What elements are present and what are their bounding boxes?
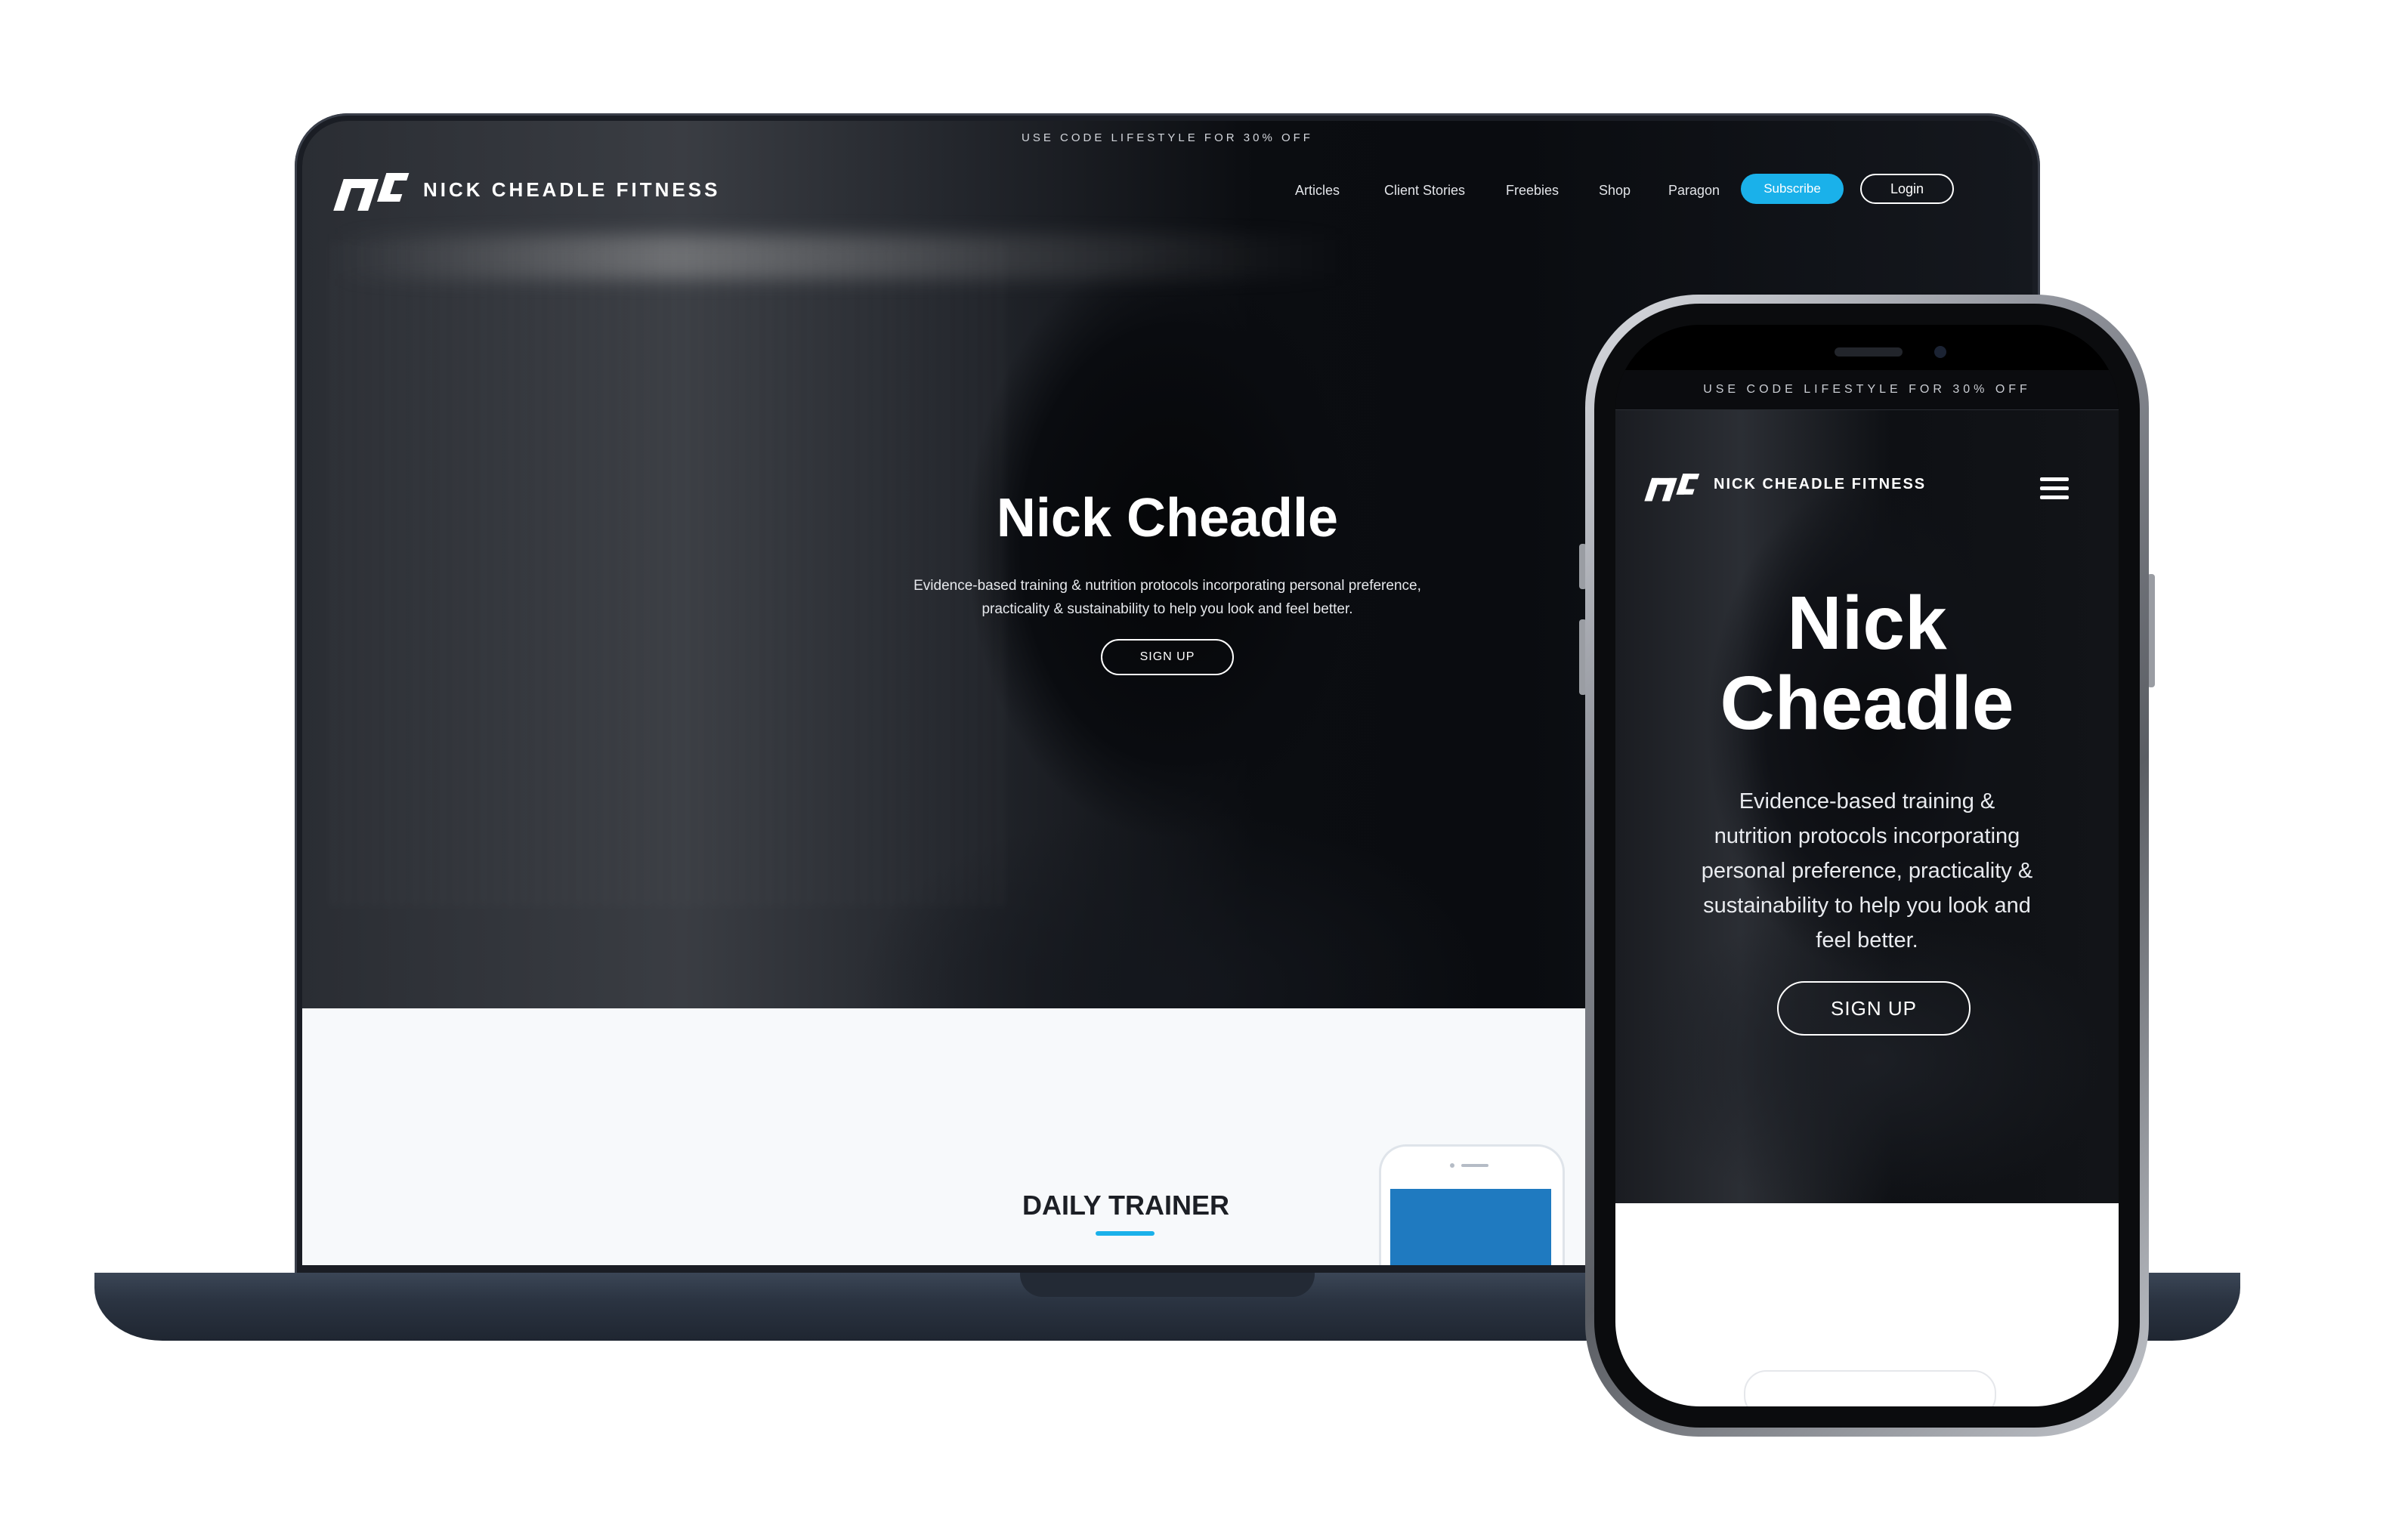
phone-speaker-icon [1450, 1163, 1488, 1168]
mobile-hero-subtitle-line: Evidence-based training & [1739, 789, 1995, 813]
phone-speaker [1835, 347, 1903, 357]
app-phone-screen [1390, 1189, 1551, 1265]
mobile-hero-subtitle-line: sustainability to help you look and [1703, 894, 2031, 918]
mobile-sign-up-button[interactable]: SIGN UP [1777, 981, 1971, 1036]
mobile-hero-title-line: Cheadle [1720, 661, 2014, 746]
hamburger-menu-icon[interactable] [2040, 477, 2069, 500]
sign-up-button[interactable]: SIGN UP [1101, 639, 1234, 675]
section-title-underline [1096, 1231, 1155, 1236]
mobile-hero-subtitle-line: nutrition protocols incorporating [1714, 824, 2020, 848]
hero-background-light [332, 234, 1352, 279]
hero-subtitle-line: practicality & sustainability to help yo… [981, 601, 1353, 617]
phone-screen: USE CODE LIFESTYLE FOR 30% OFF NICK CHEA… [1615, 325, 2119, 1406]
phone-camera [1934, 346, 1946, 358]
mobile-brand-name[interactable]: NICK CHEADLE FITNESS [1714, 476, 1926, 493]
nc-logo-icon[interactable] [1643, 465, 1703, 511]
subscribe-button[interactable]: Subscribe [1741, 174, 1844, 204]
hero-title: Nick Cheadle [996, 488, 1339, 548]
nav-paragon[interactable]: Paragon [1668, 183, 1720, 199]
nav-client-stories[interactable]: Client Stories [1384, 183, 1465, 199]
mobile-hero-title-line: Nick [1787, 581, 1947, 665]
nc-logo-icon[interactable] [331, 162, 414, 223]
hero-subtitle: Evidence-based training & nutrition prot… [831, 574, 1504, 621]
section-title: DAILY TRAINER [1022, 1190, 1230, 1221]
login-button[interactable]: Login [1860, 174, 1954, 204]
brand-name[interactable]: NICK CHEADLE FITNESS [423, 178, 720, 202]
laptop-hinge-notch [1020, 1273, 1315, 1297]
nav-articles[interactable]: Articles [1295, 183, 1340, 199]
mobile-promo-bar[interactable]: USE CODE LIFESTYLE FOR 30% OFF [1615, 370, 2119, 410]
hero-subtitle-line: Evidence-based training & nutrition prot… [913, 578, 1421, 594]
app-phone-illustration [1379, 1144, 1565, 1265]
promo-bar[interactable]: USE CODE LIFESTYLE FOR 30% OFF [302, 121, 2032, 154]
mobile-hero-subtitle-line: personal preference, practicality & [1701, 859, 2033, 883]
mobile-hero-subtitle: Evidence-based training & nutrition prot… [1661, 784, 2073, 958]
mobile-hero-title: Nick Cheadle [1646, 583, 2088, 743]
mobile-hero-subtitle-line: feel better. [1816, 928, 1918, 952]
mobile-partial-card [1744, 1370, 1996, 1406]
nav-shop[interactable]: Shop [1599, 183, 1631, 199]
nav-freebies[interactable]: Freebies [1506, 183, 1559, 199]
